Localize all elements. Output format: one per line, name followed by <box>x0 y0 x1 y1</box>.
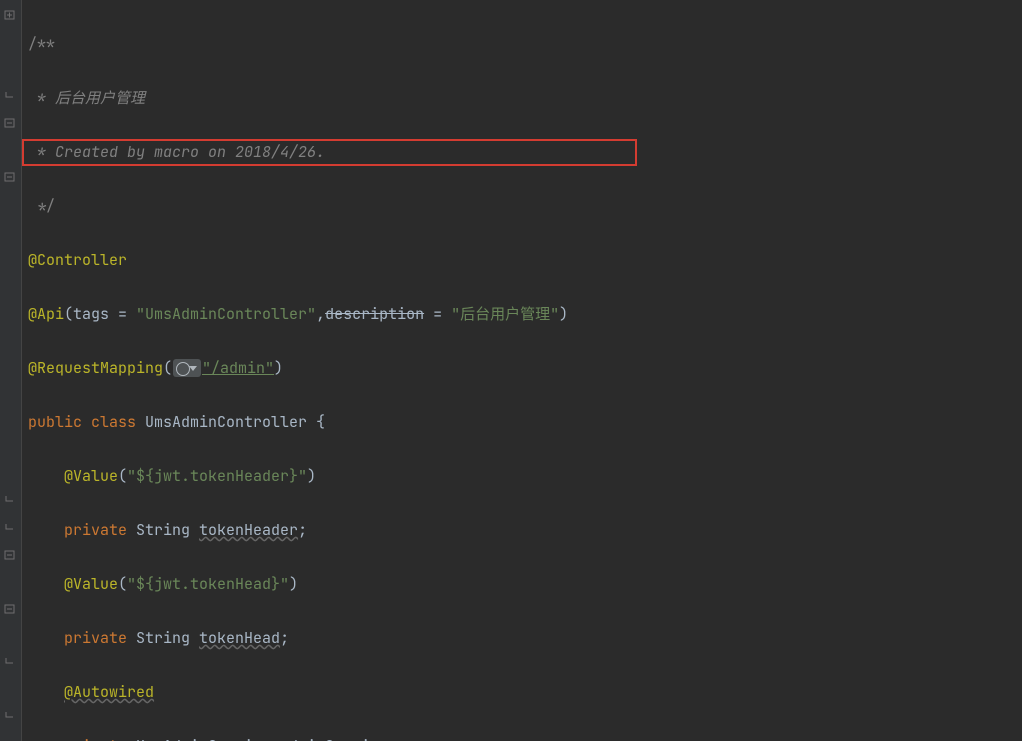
fold-end-icon[interactable] <box>4 92 18 102</box>
code-line: * Created by macro on 2018/4/26. <box>28 139 1022 166</box>
code-line: private String tokenHeader; <box>28 517 1022 544</box>
field: adminService <box>280 736 388 741</box>
url-literal: "/admin" <box>202 358 274 378</box>
code-line: @Controller <box>28 247 1022 274</box>
code-line: @RequestMapping("/admin") <box>28 355 1022 382</box>
globe-icon[interactable] <box>173 359 201 377</box>
fold-icon[interactable] <box>4 10 18 20</box>
fold-end-icon[interactable] <box>4 524 18 534</box>
code-line: @Api(tags = "UmsAdminController",descrip… <box>28 301 1022 328</box>
code-line: */ <box>28 193 1022 220</box>
comment: */ <box>28 196 55 216</box>
comment: /** <box>28 34 55 54</box>
fold-end-icon[interactable] <box>4 658 18 668</box>
class-name: UmsAdminController <box>145 412 307 432</box>
code-line: private UmsAdminService adminService; <box>28 733 1022 741</box>
field: tokenHead <box>199 628 280 648</box>
code-line: @Autowired <box>28 679 1022 706</box>
code-line: private String tokenHead; <box>28 625 1022 652</box>
annotation: @RequestMapping <box>28 358 163 378</box>
fold-end-icon[interactable] <box>4 496 18 506</box>
field: tokenHeader <box>199 520 298 540</box>
fold-icon[interactable] <box>4 604 18 614</box>
comment: * Created by macro on 2018/4/26. <box>28 142 325 162</box>
code-line: @Value("${jwt.tokenHeader}") <box>28 463 1022 490</box>
gutter <box>0 0 22 741</box>
annotation: @Controller <box>28 250 127 270</box>
code-line: @Value("${jwt.tokenHead}") <box>28 571 1022 598</box>
code-editor[interactable]: /** * 后台用户管理 * Created by macro on 2018/… <box>28 0 1022 741</box>
fold-icon[interactable] <box>4 118 18 128</box>
annotation: @Api <box>28 304 64 324</box>
deprecated: description <box>325 304 424 324</box>
code-line: /** <box>28 31 1022 58</box>
code-line: * 后台用户管理 <box>28 85 1022 112</box>
fold-end-icon[interactable] <box>4 712 18 722</box>
comment: * 后台用户管理 <box>28 88 145 108</box>
fold-icon[interactable] <box>4 172 18 182</box>
fold-icon[interactable] <box>4 550 18 560</box>
code-line: public class UmsAdminController { <box>28 409 1022 436</box>
